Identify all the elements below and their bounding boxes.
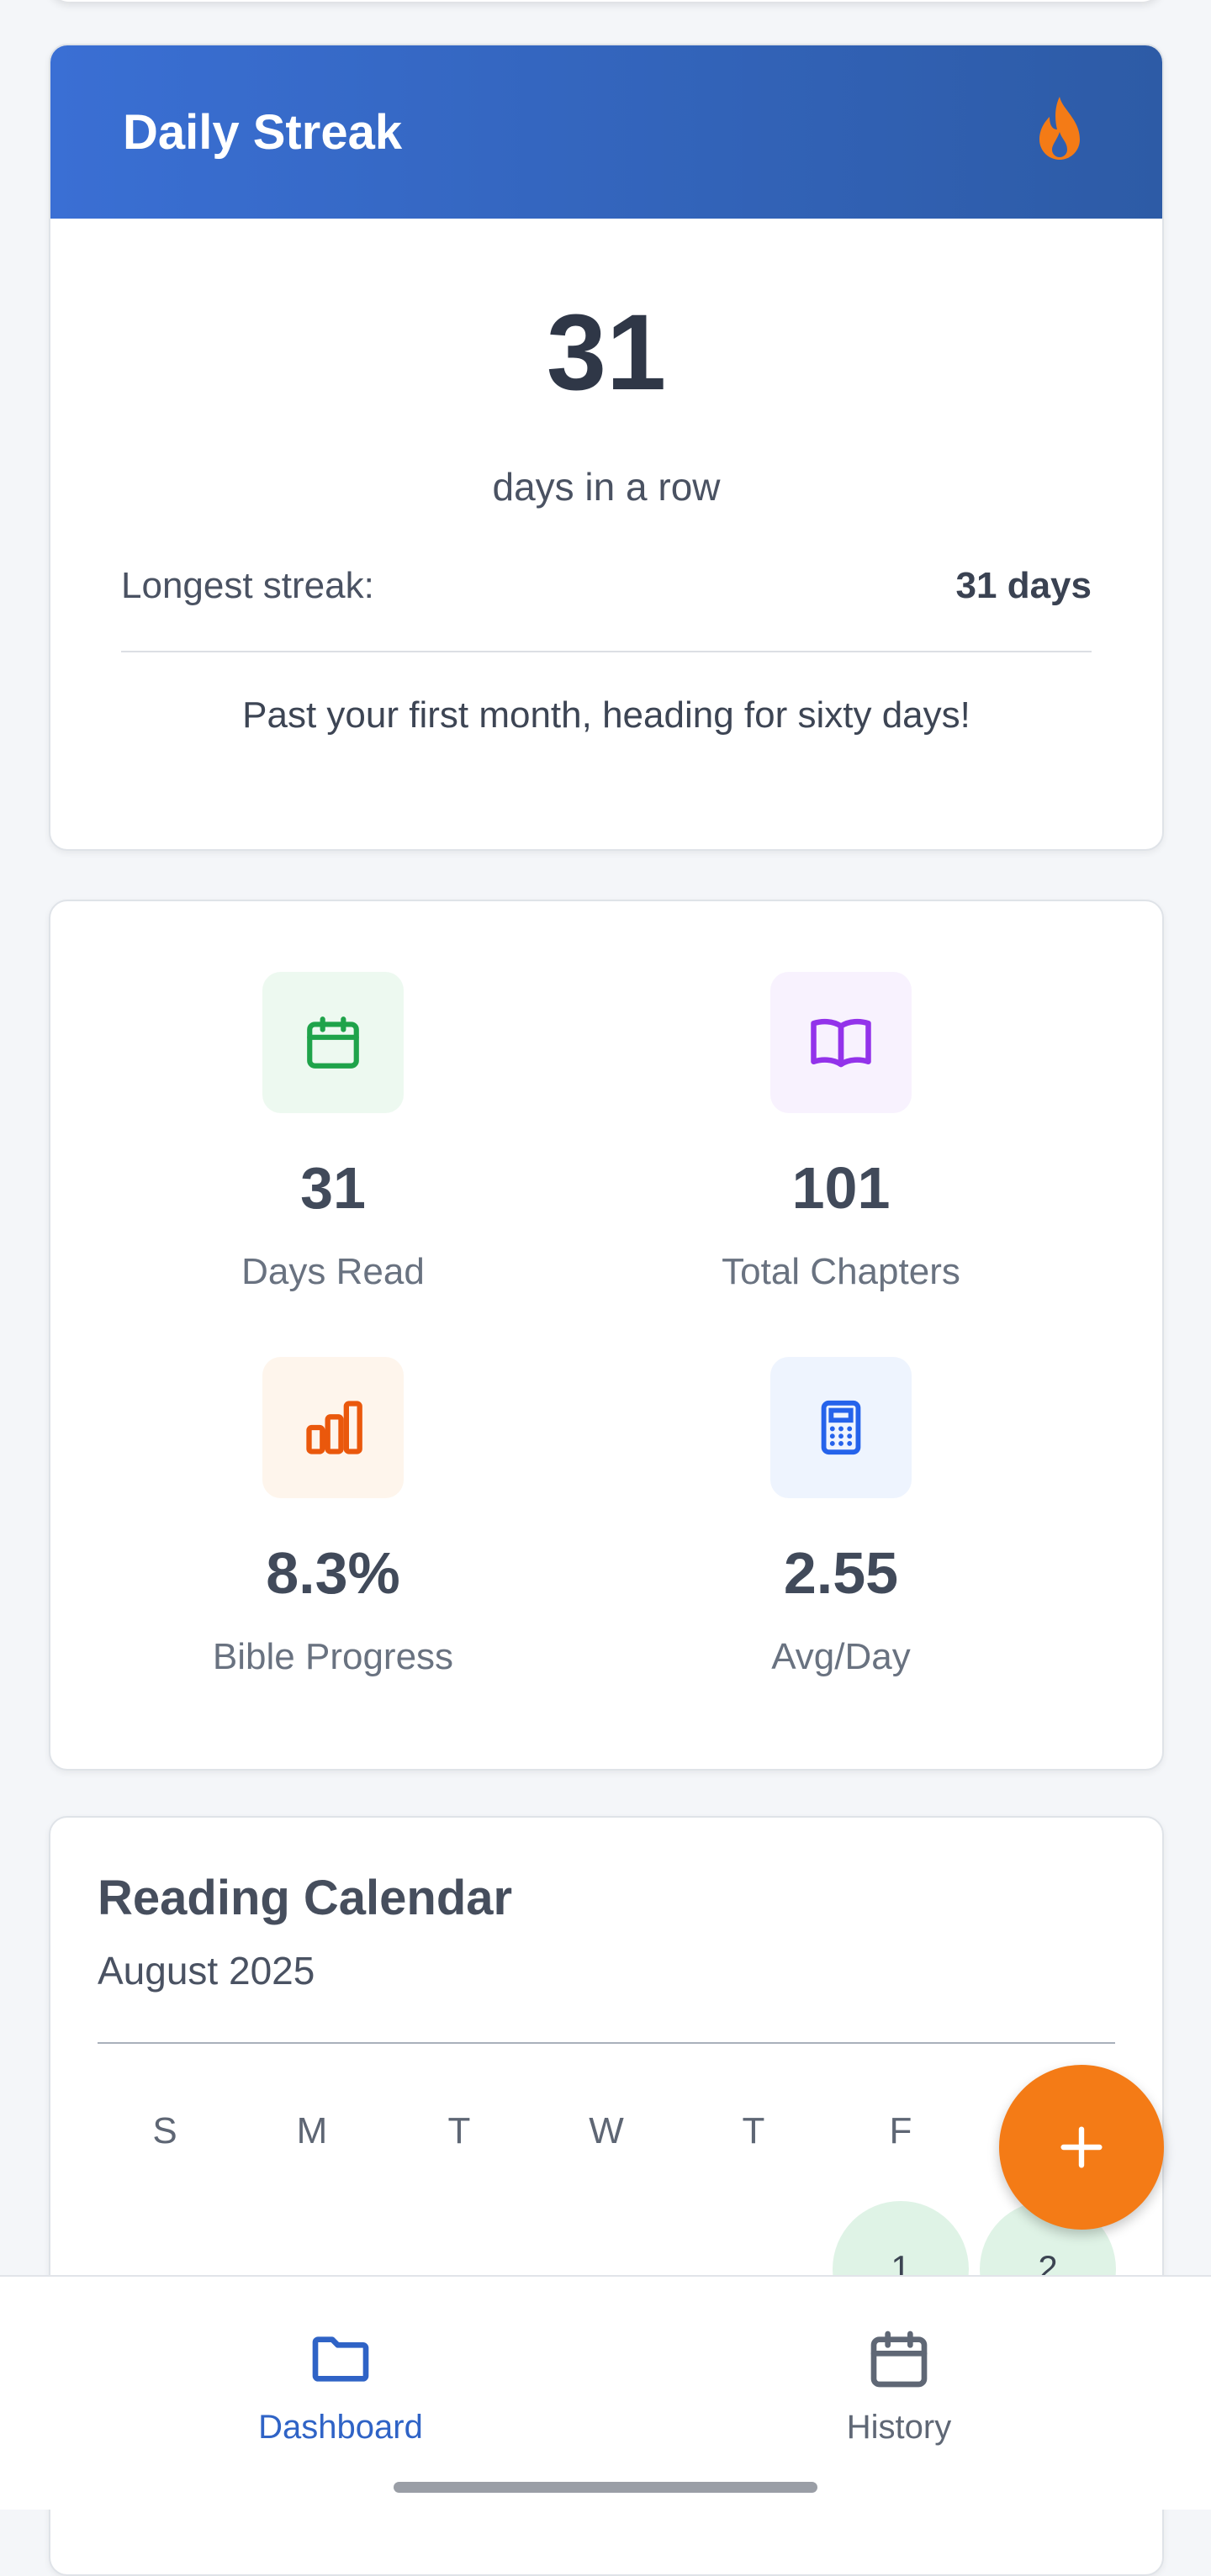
stat-label: Days Read (241, 1251, 425, 1292)
longest-streak-value: 31 days (955, 565, 1092, 606)
calendar-icon (307, 1016, 359, 1069)
stat-value: 101 (791, 1155, 891, 1221)
stat-bible-progress: 8.3% Bible Progress (79, 1357, 587, 1678)
calendar-icon (870, 2331, 928, 2388)
bottom-navigation: Dashboard History (0, 2275, 1211, 2510)
weekday-label: F (889, 2110, 912, 2151)
plus-icon (1060, 2126, 1103, 2168)
calendar-weekday-row: S M T W T F S (50, 2110, 1162, 2161)
bar-chart-icon (306, 1401, 362, 1454)
weekday-label: M (296, 2110, 328, 2151)
home-indicator[interactable] (394, 2482, 817, 2493)
calendar-title: Reading Calendar (98, 1871, 513, 1925)
nav-item-history[interactable]: History (731, 2277, 1067, 2447)
stat-avg-day: 2.55 Avg/Day (587, 1357, 1095, 1678)
weekday-label: W (589, 2110, 624, 2151)
stat-icon-box (262, 1357, 404, 1498)
previous-card-edge (49, 0, 1162, 2)
stat-value: 31 (300, 1155, 366, 1221)
stat-icon-box (770, 1357, 912, 1498)
stat-value: 2.55 (783, 1540, 899, 1606)
streak-title: Daily Streak (123, 104, 403, 160)
book-icon (811, 1018, 871, 1068)
add-reading-button[interactable] (999, 2065, 1164, 2230)
longest-streak-label: Longest streak: (121, 565, 374, 606)
stat-label: Bible Progress (212, 1636, 454, 1677)
weekday-label: T (742, 2110, 765, 2151)
streak-count: 31 (546, 293, 667, 413)
streak-header: Daily Streak (50, 45, 1162, 219)
folder-icon (312, 2336, 369, 2382)
stats-card: 31 Days Read 101 Total Chapters 8.3% Bib… (49, 900, 1164, 1771)
weekday-label: T (447, 2110, 471, 2151)
nav-label-dashboard: Dashboard (258, 2409, 423, 2446)
stat-value: 8.3% (266, 1540, 400, 1606)
streak-subtitle: days in a row (492, 465, 721, 509)
stat-label: Avg/Day (771, 1636, 911, 1677)
stat-label: Total Chapters (722, 1251, 960, 1292)
calculator-icon (821, 1400, 861, 1455)
daily-streak-card: Daily Streak 31 days in a row Longest st… (49, 44, 1164, 851)
nav-label-history: History (846, 2409, 952, 2446)
weekday-label: S (152, 2110, 177, 2151)
longest-streak-row: Longest streak: 31 days (121, 565, 1092, 652)
calendar-divider (98, 2042, 1115, 2044)
calendar-month: August 2025 (98, 1949, 315, 1993)
stat-icon-box (262, 972, 404, 1113)
stat-icon-box (770, 972, 912, 1113)
flame-icon (1039, 97, 1080, 160)
stat-total-chapters: 101 Total Chapters (587, 972, 1095, 1293)
stat-days-read: 31 Days Read (79, 972, 587, 1293)
streak-message: Past your first month, heading for sixty… (242, 694, 970, 736)
nav-item-dashboard[interactable]: Dashboard (172, 2277, 509, 2447)
